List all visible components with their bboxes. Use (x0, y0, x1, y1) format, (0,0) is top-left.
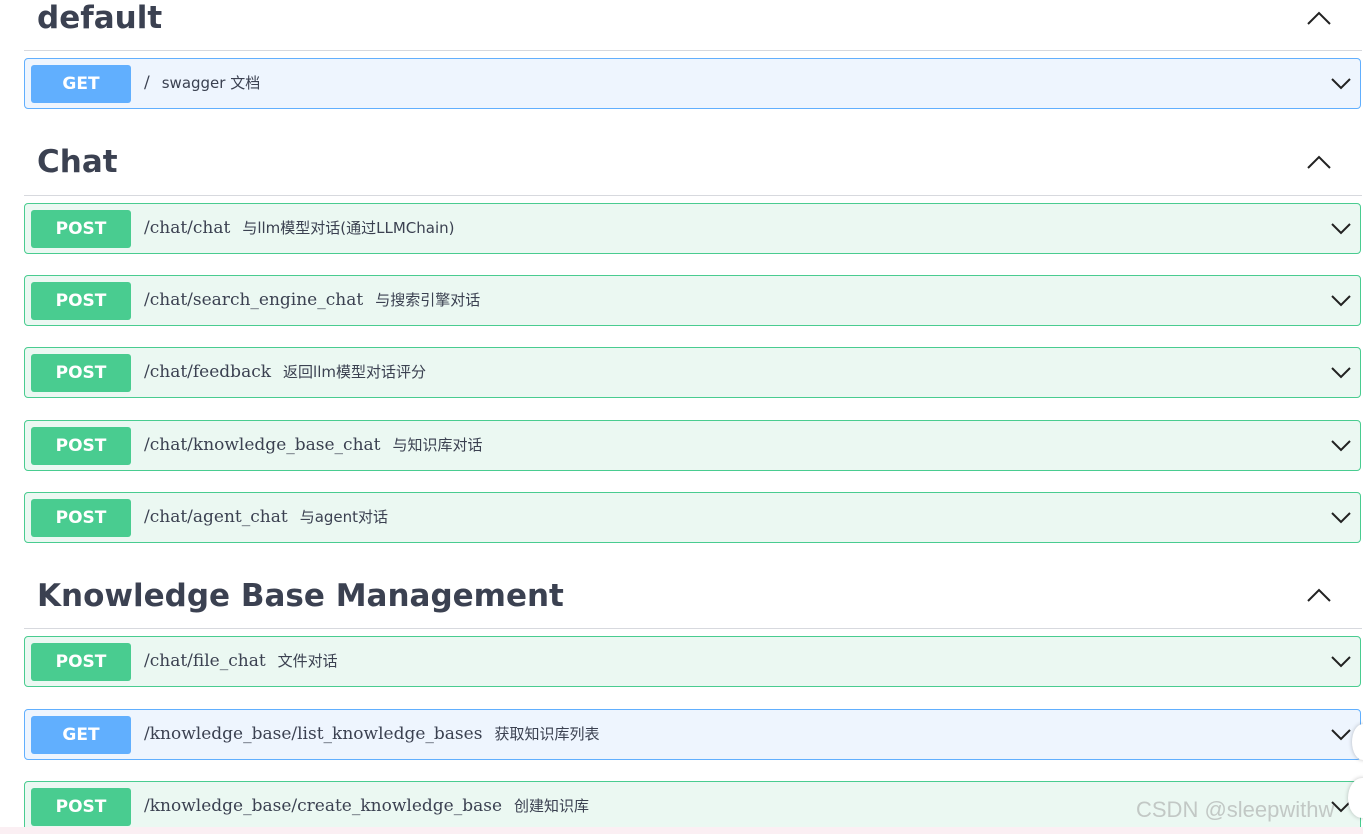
operation-post-agent-chat[interactable]: POST /chat/agent_chat 与agent对话 (24, 492, 1361, 543)
operation-summary: 与llm模型对话(通过LLMChain) (242, 219, 455, 237)
operation-post-search-engine-chat[interactable]: POST /chat/search_engine_chat 与搜索引擎对话 (24, 275, 1361, 326)
operation-get-list-knowledge-bases[interactable]: GET /knowledge_base/list_knowledge_bases… (24, 709, 1361, 760)
method-badge: POST (31, 788, 131, 826)
swagger-ui-page: default GET / swagger 文档 Chat POST /chat/… (0, 0, 1363, 834)
operation-post-feedback[interactable]: POST /chat/feedback 返回llm模型对话评分 (24, 347, 1361, 398)
operation-path: /chat/feedback 返回llm模型对话评分 (144, 348, 426, 397)
path-text: /knowledge_base/create_knowledge_base (144, 796, 503, 816)
path-text: /knowledge_base/list_knowledge_bases (144, 724, 483, 744)
operation-path: /chat/search_engine_chat 与搜索引擎对话 (144, 276, 480, 325)
operation-summary: 与知识库对话 (392, 436, 483, 454)
path-text: / (144, 73, 150, 93)
method-badge: POST (31, 427, 131, 465)
chevron-down-icon[interactable] (1330, 438, 1352, 452)
operation-summary: 与agent对话 (299, 508, 389, 526)
bottom-strip (0, 827, 1363, 834)
chevron-up-icon[interactable] (1306, 10, 1332, 26)
operation-post-knowledge-base-chat[interactable]: POST /chat/knowledge_base_chat 与知识库对话 (24, 420, 1361, 471)
operation-path: /chat/knowledge_base_chat 与知识库对话 (144, 421, 483, 470)
chevron-down-icon[interactable] (1330, 654, 1352, 668)
operation-path: /chat/chat 与llm模型对话(通过LLMChain) (144, 204, 454, 253)
operation-get-root[interactable]: GET / swagger 文档 (24, 58, 1361, 109)
section-chat-header[interactable]: Chat (24, 136, 1362, 196)
operation-path: /knowledge_base/create_knowledge_base 创建知… (144, 782, 589, 831)
operation-path: /chat/file_chat 文件对话 (144, 637, 338, 686)
path-text: /chat/chat (144, 218, 231, 238)
operation-path: /knowledge_base/list_knowledge_bases 获取知识… (144, 710, 599, 759)
operation-summary: 文件对话 (277, 652, 338, 670)
section-default-header[interactable]: default (24, 0, 1362, 51)
path-text: /chat/agent_chat (144, 507, 288, 527)
chevron-down-icon[interactable] (1330, 221, 1352, 235)
section-title: Chat (37, 144, 118, 180)
method-badge: POST (31, 643, 131, 681)
operation-post-chat-chat[interactable]: POST /chat/chat 与llm模型对话(通过LLMChain) (24, 203, 1361, 254)
operation-path: /chat/agent_chat 与agent对话 (144, 493, 388, 542)
operation-summary: 获取知识库列表 (494, 725, 600, 743)
path-text: /chat/search_engine_chat (144, 290, 364, 310)
watermark-text: CSDN @sleepwithw (1136, 797, 1335, 822)
method-badge: POST (31, 354, 131, 392)
chevron-down-icon[interactable] (1330, 727, 1352, 741)
chevron-down-icon[interactable] (1330, 76, 1352, 90)
chevron-down-icon[interactable] (1330, 365, 1352, 379)
method-badge: POST (31, 210, 131, 248)
operation-summary: 创建知识库 (514, 797, 590, 815)
operation-path: / swagger 文档 (144, 59, 260, 108)
chevron-down-icon[interactable] (1330, 510, 1352, 524)
chevron-down-icon[interactable] (1330, 293, 1352, 307)
method-badge: POST (31, 282, 131, 320)
chevron-up-icon[interactable] (1306, 154, 1332, 170)
method-badge: GET (31, 65, 131, 103)
method-badge: POST (31, 499, 131, 537)
section-knowledge-base-management-header[interactable]: Knowledge Base Management (24, 570, 1362, 629)
operation-summary: 返回llm模型对话评分 (283, 363, 426, 381)
operation-post-file-chat[interactable]: POST /chat/file_chat 文件对话 (24, 636, 1361, 687)
section-title: default (37, 0, 163, 36)
chevron-up-icon[interactable] (1306, 587, 1332, 603)
section-title: Knowledge Base Management (37, 578, 564, 614)
path-text: /chat/feedback (144, 362, 272, 382)
operation-summary: 与搜索引擎对话 (375, 291, 481, 309)
path-text: /chat/file_chat (144, 651, 266, 671)
path-text: /chat/knowledge_base_chat (144, 435, 381, 455)
method-badge: GET (31, 716, 131, 754)
operation-summary: swagger 文档 (161, 74, 261, 92)
